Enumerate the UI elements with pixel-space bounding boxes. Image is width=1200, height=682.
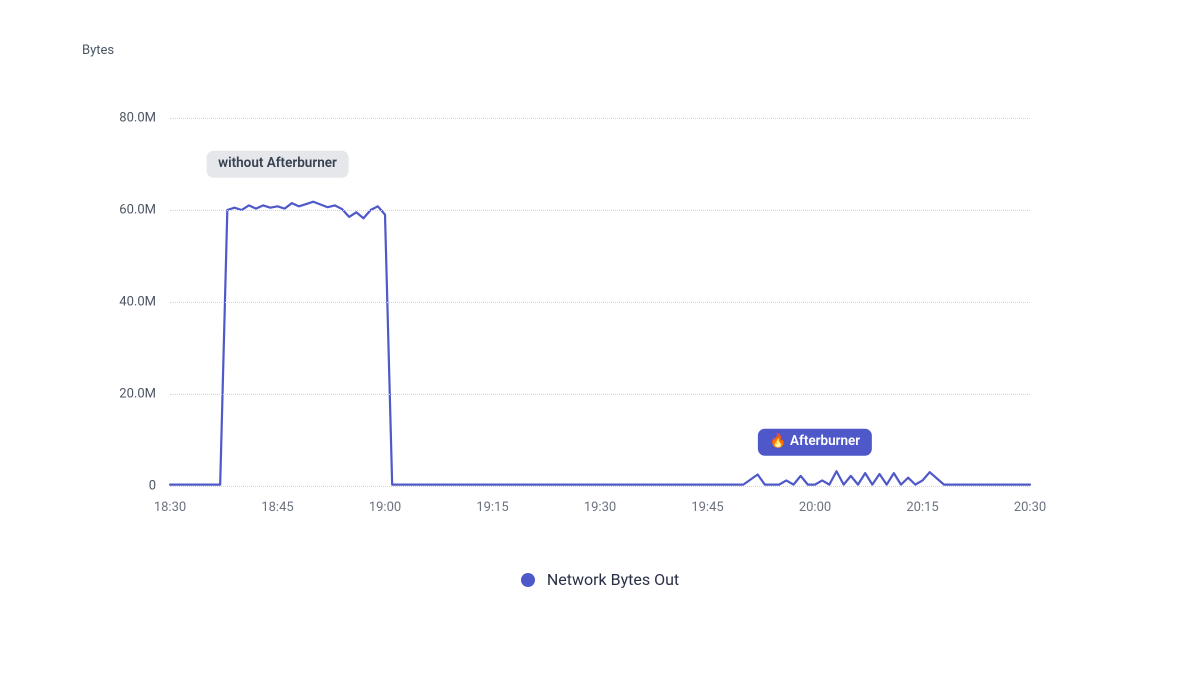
gridline <box>170 302 1030 303</box>
x-tick-label: 19:15 <box>476 500 508 515</box>
gridline <box>170 394 1030 395</box>
x-tick-label: 20:00 <box>799 500 831 515</box>
plot-area: 020.0M40.0M60.0M80.0M18:3018:4519:0019:1… <box>170 118 1030 486</box>
legend-item-network-bytes-out: Network Bytes Out <box>521 570 679 589</box>
annotation-afterburner: 🔥 Afterburner <box>758 429 872 456</box>
y-tick-label: 0 <box>149 479 156 494</box>
legend-marker-icon <box>521 573 535 587</box>
y-axis-title: Bytes <box>82 43 114 58</box>
annotation-without-afterburner: without Afterburner <box>206 151 349 178</box>
gridline <box>170 210 1030 211</box>
chart-container: Bytes 020.0M40.0M60.0M80.0M18:3018:4519:… <box>0 0 1200 682</box>
x-tick-label: 19:45 <box>691 500 723 515</box>
y-tick-label: 20.0M <box>119 387 156 402</box>
x-tick-label: 19:00 <box>369 500 401 515</box>
gridline <box>170 486 1030 487</box>
y-tick-label: 80.0M <box>119 111 156 126</box>
series-line-network-bytes-out <box>170 202 1030 485</box>
x-tick-label: 18:45 <box>261 500 293 515</box>
x-tick-label: 20:30 <box>1014 500 1046 515</box>
legend: Network Bytes Out <box>0 570 1200 591</box>
gridline <box>170 118 1030 119</box>
x-tick-label: 19:30 <box>584 500 616 515</box>
y-tick-label: 40.0M <box>119 295 156 310</box>
legend-label: Network Bytes Out <box>547 570 679 589</box>
y-tick-label: 60.0M <box>119 203 156 218</box>
x-tick-label: 18:30 <box>154 500 186 515</box>
x-tick-label: 20:15 <box>906 500 938 515</box>
